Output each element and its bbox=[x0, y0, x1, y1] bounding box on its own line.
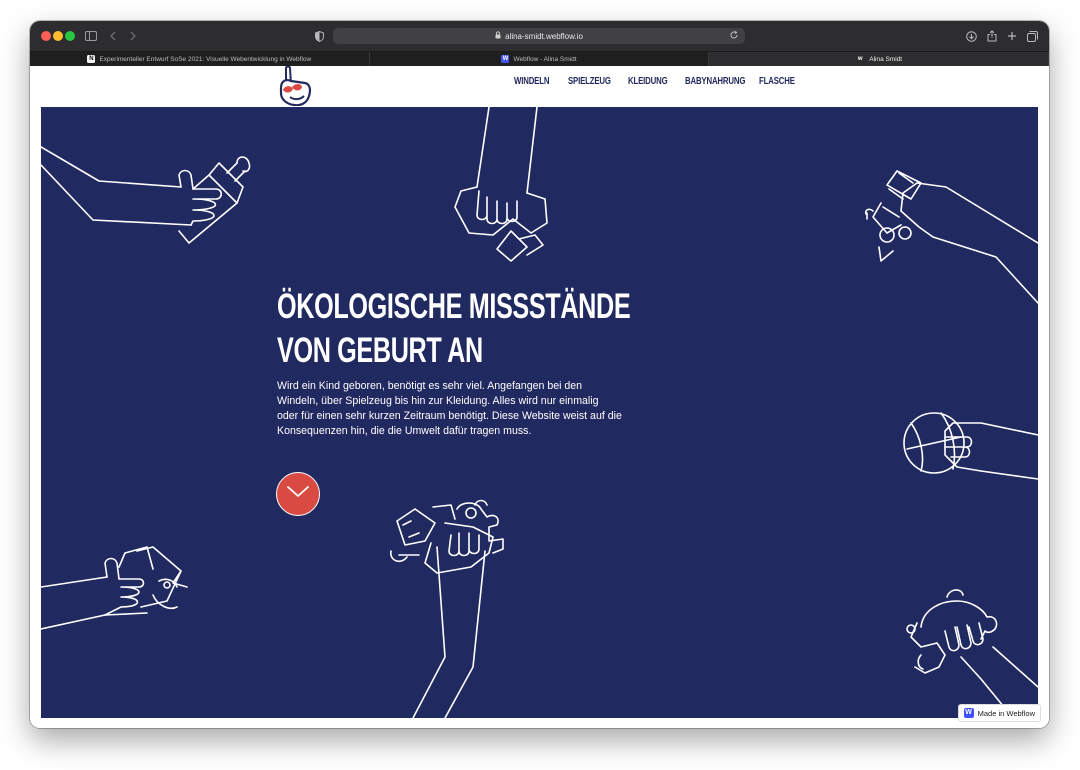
headline-line-1: ÖKOLOGISCHE MISSSTÄNDE bbox=[277, 287, 631, 326]
pointing-hand-logo[interactable] bbox=[277, 65, 313, 111]
share-icon[interactable] bbox=[986, 28, 998, 44]
browser-toolbar: alina-smidt.webflow.io bbox=[30, 21, 1049, 52]
hero-section: ÖKOLOGISCHE MISSSTÄNDE VON GEBURT AN Wir… bbox=[41, 107, 1038, 718]
browser-window: alina-smidt.webflow.io N Experimenteller… bbox=[30, 21, 1049, 728]
lock-icon bbox=[495, 31, 501, 41]
hand-with-teddy-illustration bbox=[906, 589, 1038, 718]
tab-webflow-editor[interactable]: W Webflow - Alina Smidt bbox=[370, 52, 710, 66]
hero-intro-text: Wird ein Kind geboren, benötigt es sehr … bbox=[277, 380, 622, 437]
scroll-down-button[interactable] bbox=[276, 472, 320, 516]
hand-with-toy-illustration bbox=[454, 107, 548, 262]
headline-line-2: VON GEBURT AN bbox=[277, 331, 483, 370]
webflow-w-icon: w bbox=[857, 56, 863, 62]
hand-with-train-illustration bbox=[864, 170, 1038, 304]
address-bar[interactable]: alina-smidt.webflow.io bbox=[333, 28, 745, 44]
minimize-window-button[interactable] bbox=[53, 31, 63, 41]
webflow-icon: W bbox=[501, 55, 510, 63]
hand-with-ball-illustration bbox=[903, 412, 1038, 480]
tab-notion[interactable]: N Experimenteller Entwurf SoSe 2021: Vis… bbox=[30, 52, 370, 66]
tab-bar: N Experimenteller Entwurf SoSe 2021: Vis… bbox=[30, 52, 1049, 66]
reload-icon[interactable] bbox=[729, 30, 739, 42]
tab-alina-smidt[interactable]: w Alina Smidt bbox=[709, 52, 1049, 66]
nav-kleidung[interactable]: KLEIDUNG bbox=[628, 76, 668, 87]
zoom-window-button[interactable] bbox=[65, 31, 75, 41]
tab-label: Webflow - Alina Smidt bbox=[513, 55, 577, 63]
nav-spielzeug[interactable]: SPIELZEUG bbox=[568, 76, 611, 87]
nav-windeln[interactable]: WINDELN bbox=[514, 76, 549, 87]
nav-flasche[interactable]: FLASCHE bbox=[759, 76, 795, 87]
hero-headline: ÖKOLOGISCHE MISSSTÄNDE VON GEBURT AN bbox=[277, 285, 631, 373]
sidebar-toggle-icon[interactable] bbox=[84, 28, 98, 44]
nav-babynahrung[interactable]: BABYNAHRUNG bbox=[685, 76, 745, 87]
site-navbar: WINDELN SPIELZEUG KLEIDUNG BABYNAHRUNG F… bbox=[30, 65, 1049, 107]
close-window-button[interactable] bbox=[41, 31, 51, 41]
address-url: alina-smidt.webflow.io bbox=[505, 31, 583, 41]
hand-with-robot-illustration bbox=[390, 499, 504, 718]
chevron-down-icon bbox=[286, 485, 310, 504]
privacy-shield-icon[interactable] bbox=[313, 28, 325, 44]
tab-overview-icon[interactable] bbox=[1026, 28, 1038, 44]
hand-with-fish-illustration bbox=[41, 546, 188, 630]
tab-label: Alina Smidt bbox=[869, 55, 903, 63]
made-in-webflow-badge[interactable]: W Made in Webflow bbox=[957, 704, 1041, 722]
new-tab-icon[interactable] bbox=[1006, 28, 1018, 44]
hand-with-bottle-illustration bbox=[41, 146, 251, 244]
notion-icon: N bbox=[87, 55, 96, 63]
webflow-logo-icon: W bbox=[963, 708, 974, 718]
back-icon[interactable] bbox=[108, 28, 118, 44]
page-viewport: WINDELN SPIELZEUG KLEIDUNG BABYNAHRUNG F… bbox=[30, 65, 1049, 728]
downloads-icon[interactable] bbox=[965, 28, 977, 44]
forward-icon[interactable] bbox=[128, 28, 138, 44]
tab-label: Experimenteller Entwurf SoSe 2021: Visue… bbox=[99, 55, 312, 63]
badge-label: Made in Webflow bbox=[977, 708, 1035, 718]
